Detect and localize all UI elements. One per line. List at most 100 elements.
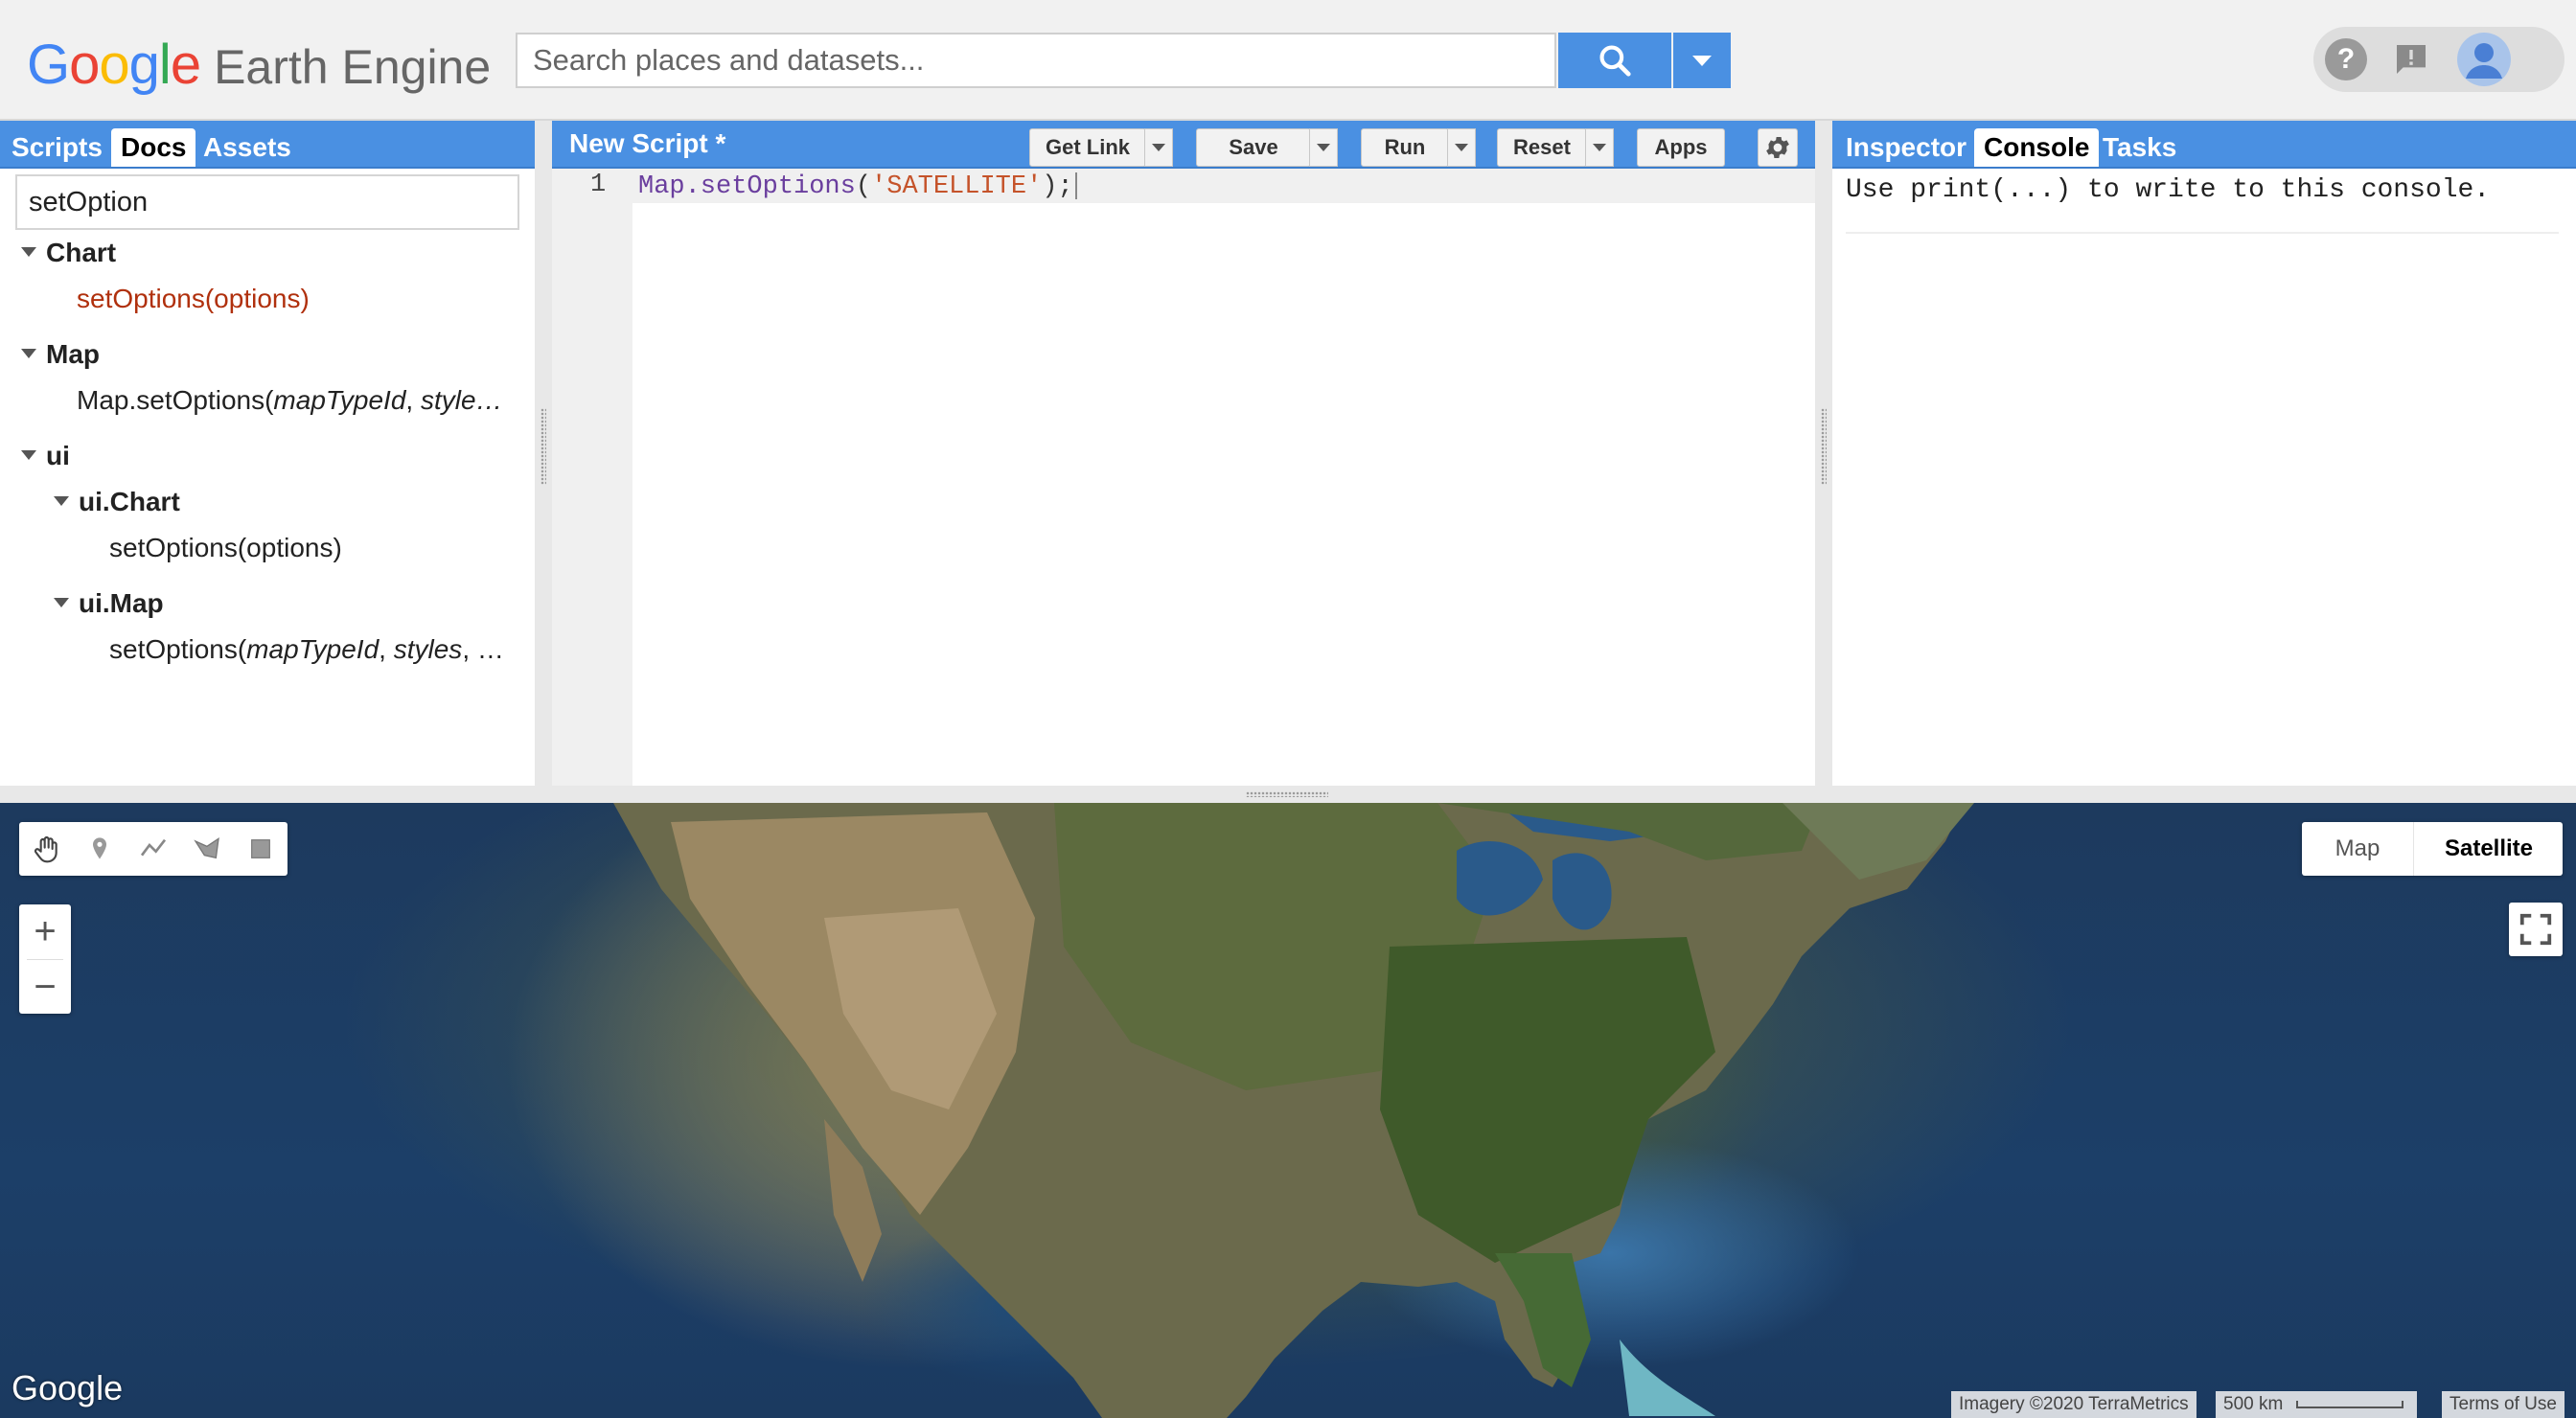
docs-item-uichart-setoptions[interactable]: setOptions(options) (109, 533, 342, 563)
code-token-paren: ( (855, 172, 872, 201)
apps-button[interactable]: Apps (1637, 128, 1725, 167)
gear-icon (1766, 137, 1789, 158)
param-name: style… (420, 385, 503, 415)
chevron-down-icon (1152, 144, 1165, 151)
search-options-dropdown[interactable] (1673, 33, 1731, 88)
resize-grip (1821, 408, 1827, 485)
chevron-down-icon (1317, 144, 1330, 151)
resize-grip (1246, 791, 1328, 797)
docs-item-uimap-setoptions[interactable]: setOptions(mapTypeId, styles, … (109, 634, 504, 665)
map-type-map-button[interactable]: Map (2302, 822, 2413, 876)
left-panel-resizer[interactable] (535, 121, 552, 786)
account-avatar[interactable] (2457, 33, 2511, 86)
map-view[interactable]: + − Map Satellite Google Imagery ©2020 T… (0, 803, 2576, 1418)
reset-button[interactable]: Reset (1497, 128, 1587, 167)
console-divider (1846, 232, 2559, 234)
marker-icon (93, 837, 106, 859)
search-button[interactable] (1558, 33, 1671, 88)
method-name: setOptions( (109, 634, 247, 664)
param-name: mapTypeId (246, 634, 380, 664)
google-watermark: Google (12, 1368, 124, 1407)
expand-triangle-icon[interactable] (54, 598, 69, 607)
fullscreen-button[interactable] (2509, 903, 2563, 956)
imagery-attribution: Imagery ©2020 TerraMetrics (1951, 1391, 2196, 1418)
avatar-icon (2457, 33, 2511, 86)
param-name: mapTypeId (273, 385, 406, 415)
code-token-method: Map.setOptions (638, 172, 856, 201)
get-link-dropdown[interactable] (1144, 128, 1173, 167)
docs-group-chart[interactable]: Chart (46, 238, 116, 268)
get-link-button[interactable]: Get Link (1029, 128, 1146, 167)
map-type-satellite-button[interactable]: Satellite (2413, 822, 2564, 876)
add-marker-button[interactable] (73, 822, 126, 876)
feedback-button[interactable] (2390, 38, 2432, 80)
docs-item-chart-setoptions[interactable]: setOptions(options) (77, 284, 310, 314)
docs-item-map-setoptions[interactable]: Map.setOptions(mapTypeId, style… (77, 385, 503, 416)
editor-settings-button[interactable] (1758, 128, 1798, 167)
expand-triangle-icon[interactable] (21, 450, 36, 460)
line-number: 1 (590, 171, 607, 199)
right-panel-resizer[interactable] (1815, 121, 1832, 786)
run-button[interactable]: Run (1361, 128, 1449, 167)
docs-group-ui-chart[interactable]: ui.Chart (79, 487, 180, 517)
scale-bar[interactable]: 500 km (2216, 1391, 2417, 1418)
zoom-control: + − (19, 904, 71, 1014)
line-gutter (552, 169, 632, 786)
resize-grip (540, 408, 546, 485)
logo-letter: e (170, 34, 201, 96)
search-input[interactable] (518, 34, 1554, 86)
tab-inspector[interactable]: Inspector (1836, 128, 1976, 167)
script-title[interactable]: New Script * (560, 125, 735, 163)
docs-filter-input[interactable] (17, 176, 518, 228)
terms-of-use-link[interactable]: Terms of Use (2442, 1391, 2564, 1418)
save-dropdown[interactable] (1309, 128, 1338, 167)
code-line-1[interactable]: Map.setOptions('SATELLITE'); (638, 171, 1077, 203)
tab-console[interactable]: Console (1974, 128, 2100, 167)
rectangle-icon (251, 839, 270, 858)
help-button[interactable]: ? (2325, 38, 2367, 80)
expand-triangle-icon[interactable] (21, 247, 36, 257)
tab-tasks[interactable]: Tasks (2093, 128, 2186, 167)
draw-rectangle-button[interactable] (234, 822, 288, 876)
zoom-in-button[interactable]: + (19, 904, 71, 958)
editor-toolbar: New Script * (552, 121, 1815, 169)
docs-group-map[interactable]: Map (46, 339, 100, 370)
code-token-paren: ); (1042, 172, 1073, 201)
expand-triangle-icon[interactable] (54, 496, 69, 506)
tab-scripts[interactable]: Scripts (2, 128, 112, 167)
save-button[interactable]: Save (1196, 128, 1311, 167)
code-editor[interactable] (552, 169, 1815, 786)
right-panel-tabbar: Inspector Console Tasks (1832, 121, 2576, 169)
search-icon (1599, 45, 1631, 77)
tab-assets[interactable]: Assets (194, 128, 301, 167)
chevron-down-icon (1692, 55, 1712, 66)
pan-tool-button[interactable] (19, 822, 73, 876)
logo-letter: l (158, 34, 172, 96)
search-box (516, 33, 1556, 88)
reset-dropdown[interactable] (1585, 128, 1614, 167)
drawing-tools (19, 822, 288, 876)
left-panel-tabbar: Scripts Docs Assets (0, 121, 535, 169)
feedback-icon (2397, 45, 2426, 74)
expand-triangle-icon[interactable] (21, 349, 36, 358)
logo-letter: o (99, 34, 129, 96)
earth-engine-logo[interactable]: Google Earth Engine (27, 33, 491, 96)
zoom-out-button[interactable]: − (19, 960, 71, 1014)
param-name: styles (393, 634, 463, 664)
code-token-string: 'SATELLITE' (871, 172, 1043, 201)
chevron-down-icon (1593, 144, 1606, 151)
docs-group-ui[interactable]: ui (46, 441, 70, 471)
help-icon: ? (2336, 43, 2356, 75)
param-sep: , … (462, 634, 504, 664)
tab-docs[interactable]: Docs (111, 128, 196, 167)
console-placeholder-text: Use print(...) to write to this console. (1846, 175, 2491, 205)
docs-group-ui-map[interactable]: ui.Map (79, 588, 164, 619)
docs-search-box (15, 174, 519, 230)
param-sep: , (379, 634, 394, 664)
draw-line-button[interactable] (126, 822, 180, 876)
polyline-icon (140, 838, 167, 857)
map-resizer[interactable] (0, 786, 2576, 803)
run-dropdown[interactable] (1447, 128, 1476, 167)
chevron-down-icon (1455, 144, 1468, 151)
draw-shape-button[interactable] (180, 822, 234, 876)
